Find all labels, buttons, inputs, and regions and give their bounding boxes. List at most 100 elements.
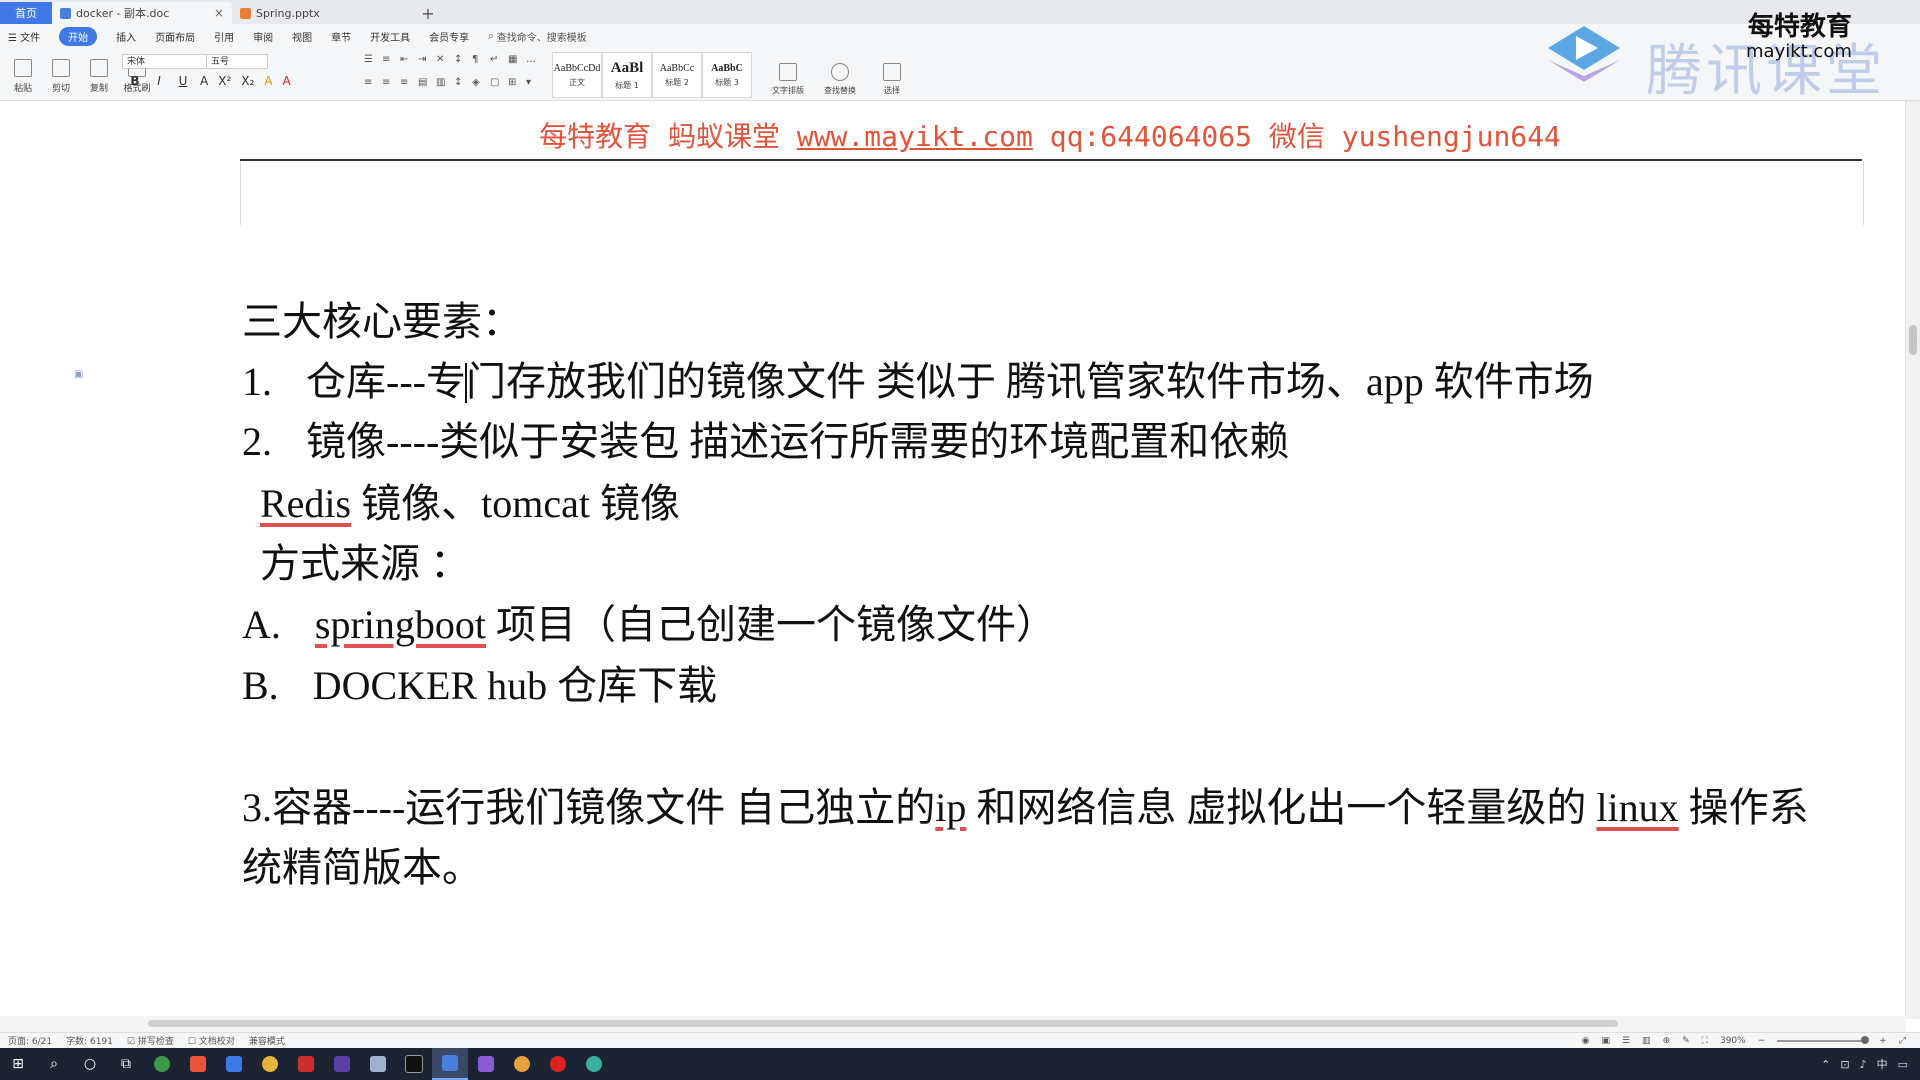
menu-file[interactable]: ☰ 文件 xyxy=(8,29,40,44)
para-more-icon[interactable]: ▾ xyxy=(526,77,544,88)
tray-arrow-icon[interactable]: ⌃ xyxy=(1821,1058,1830,1071)
filezilla-icon[interactable] xyxy=(288,1048,324,1080)
bold-button[interactable]: B xyxy=(128,74,142,88)
page-view-icon[interactable]: ▣ xyxy=(1601,1036,1610,1046)
search-icon[interactable]: ⌕ xyxy=(36,1048,72,1080)
table-icon[interactable]: ▦ xyxy=(508,54,526,65)
web-view-icon[interactable]: ⊕ xyxy=(1663,1036,1671,1046)
task-view-icon[interactable]: ⧉ xyxy=(108,1048,144,1080)
close-icon[interactable]: × xyxy=(214,6,224,20)
app-purple-icon[interactable] xyxy=(468,1048,504,1080)
strikethrough-button[interactable]: A xyxy=(200,74,208,88)
copy-button[interactable]: 复制 xyxy=(84,50,114,94)
sort-icon[interactable]: ↕ xyxy=(454,54,472,65)
tab-home[interactable]: 首页 xyxy=(0,2,52,24)
header-url-link[interactable]: www.mayikt.com xyxy=(797,120,1033,153)
bullet-list-icon[interactable]: ☰ xyxy=(364,54,382,65)
paste-button[interactable]: 粘贴 xyxy=(8,50,38,94)
style-heading-1[interactable]: AaBl 标题 1 xyxy=(602,52,652,98)
intellij-icon[interactable] xyxy=(324,1048,360,1080)
align-left-icon[interactable]: ≡ xyxy=(364,77,382,88)
border-icon[interactable]: ▢ xyxy=(490,77,508,88)
vertical-scrollbar[interactable] xyxy=(1905,101,1920,1019)
word-count[interactable]: 字数: 6191 xyxy=(66,1034,113,1047)
italic-button[interactable]: I xyxy=(152,74,166,88)
menu-insert[interactable]: 插入 xyxy=(116,29,136,44)
more-icon[interactable]: … xyxy=(526,54,544,65)
page-indicator[interactable]: 页面: 6/21 xyxy=(8,1034,52,1047)
browser-icon[interactable] xyxy=(504,1048,540,1080)
document-area[interactable]: 每特教育 蚂蚁课堂 www.mayikt.com qq:644064065 微信… xyxy=(0,101,1920,1019)
tab-docker-doc[interactable]: docker - 副本.doc × xyxy=(52,2,232,24)
wrap-icon[interactable]: ↵ xyxy=(490,54,508,65)
notepad-icon[interactable] xyxy=(360,1048,396,1080)
cut-button[interactable]: 剪切 xyxy=(46,50,76,94)
para-settings-icon[interactable]: ⊞ xyxy=(508,77,526,88)
paragraph-marker-icon[interactable]: ▣ xyxy=(74,369,86,381)
horizontal-scrollbar[interactable] xyxy=(0,1016,1906,1032)
command-search[interactable]: ⌕ 查找命令、搜索模板 xyxy=(488,29,587,44)
text-layout-button[interactable]: 文字排版 xyxy=(768,52,808,96)
menu-section[interactable]: 章节 xyxy=(331,29,351,44)
app-multi-icon[interactable] xyxy=(576,1048,612,1080)
style-heading-2[interactable]: AaBbCc 标题 2 xyxy=(652,52,702,98)
eye-icon[interactable]: ◉ xyxy=(1582,1036,1590,1046)
outline-view-icon[interactable]: ☰ xyxy=(1622,1036,1630,1046)
new-tab-button[interactable]: + xyxy=(417,2,439,24)
horizontal-scroll-thumb[interactable] xyxy=(148,1020,1618,1027)
clear-format-icon[interactable]: ✕ xyxy=(436,54,454,65)
menu-review[interactable]: 审阅 xyxy=(253,29,273,44)
read-view-icon[interactable]: ▥ xyxy=(1642,1036,1651,1046)
shading-icon[interactable]: ◈ xyxy=(472,77,490,88)
font-color-button[interactable]: A xyxy=(283,74,291,88)
line-spacing-icon[interactable]: ↕ xyxy=(454,77,472,88)
fullscreen-icon[interactable]: ⤢ xyxy=(1899,1036,1906,1046)
volume-icon[interactable]: ♪ xyxy=(1860,1058,1867,1071)
menu-start[interactable]: 开始 xyxy=(59,26,98,46)
show-marks-icon[interactable]: ¶ xyxy=(472,54,490,65)
superscript-button[interactable]: X² xyxy=(218,74,231,88)
fit-icon[interactable]: ⛶ xyxy=(1702,1036,1708,1046)
menu-view[interactable]: 视图 xyxy=(292,29,312,44)
distribute-icon[interactable]: ▥ xyxy=(436,77,454,88)
recorder-icon[interactable] xyxy=(540,1048,576,1080)
zoom-in-button[interactable]: + xyxy=(1879,1036,1887,1046)
zoom-slider[interactable] xyxy=(1777,1035,1870,1044)
vertical-scroll-thumb[interactable] xyxy=(1909,325,1917,355)
proofread-button[interactable]: ☐ 文档校对 xyxy=(188,1034,235,1047)
start-icon[interactable]: ⊞ xyxy=(0,1048,36,1080)
font-size-select[interactable]: 五号 xyxy=(206,54,268,69)
numbered-list-icon[interactable]: ≡ xyxy=(382,54,400,65)
app-blue-icon[interactable] xyxy=(216,1048,252,1080)
zoom-level[interactable]: 390% xyxy=(1720,1036,1746,1046)
pen-icon[interactable]: ✎ xyxy=(1682,1036,1690,1046)
style-heading-3[interactable]: AaBbC 标题 3 xyxy=(702,52,752,98)
cortana-icon[interactable]: ○ xyxy=(72,1048,108,1080)
style-normal[interactable]: AaBbCcDd 正文 xyxy=(552,52,602,98)
chrome-icon[interactable] xyxy=(144,1048,180,1080)
underline-button[interactable]: U xyxy=(176,74,190,88)
network-icon[interactable]: ⊡ xyxy=(1840,1058,1849,1071)
terminal-icon[interactable] xyxy=(396,1048,432,1080)
menu-member[interactable]: 会员专享 xyxy=(429,29,469,44)
highlight-button[interactable]: A xyxy=(264,74,272,88)
align-center-icon[interactable]: ≡ xyxy=(382,77,400,88)
select-button[interactable]: 选择 xyxy=(872,52,912,96)
align-right-icon[interactable]: ≡ xyxy=(400,77,418,88)
tab-spring-pptx[interactable]: Spring.pptx xyxy=(232,2,417,24)
subscript-button[interactable]: X₂ xyxy=(241,74,254,88)
find-replace-button[interactable]: 查找替换 xyxy=(820,52,860,96)
increase-indent-icon[interactable]: ⇥ xyxy=(418,54,436,65)
zoom-slider-knob[interactable] xyxy=(1861,1035,1870,1044)
spell-check-toggle[interactable]: ☑ 拼写检查 xyxy=(127,1034,174,1047)
menu-page-layout[interactable]: 页面布局 xyxy=(155,29,195,44)
wps-writer-icon[interactable] xyxy=(432,1048,468,1080)
ime-icon[interactable]: 中 xyxy=(1877,1056,1888,1072)
justify-icon[interactable]: ▤ xyxy=(418,77,436,88)
notification-icon[interactable]: ▭ xyxy=(1898,1058,1908,1071)
app-red-icon[interactable] xyxy=(180,1048,216,1080)
app-yellow-icon[interactable] xyxy=(252,1048,288,1080)
decrease-indent-icon[interactable]: ⇤ xyxy=(400,54,418,65)
menu-reference[interactable]: 引用 xyxy=(214,29,234,44)
menu-dev-tools[interactable]: 开发工具 xyxy=(370,29,410,44)
